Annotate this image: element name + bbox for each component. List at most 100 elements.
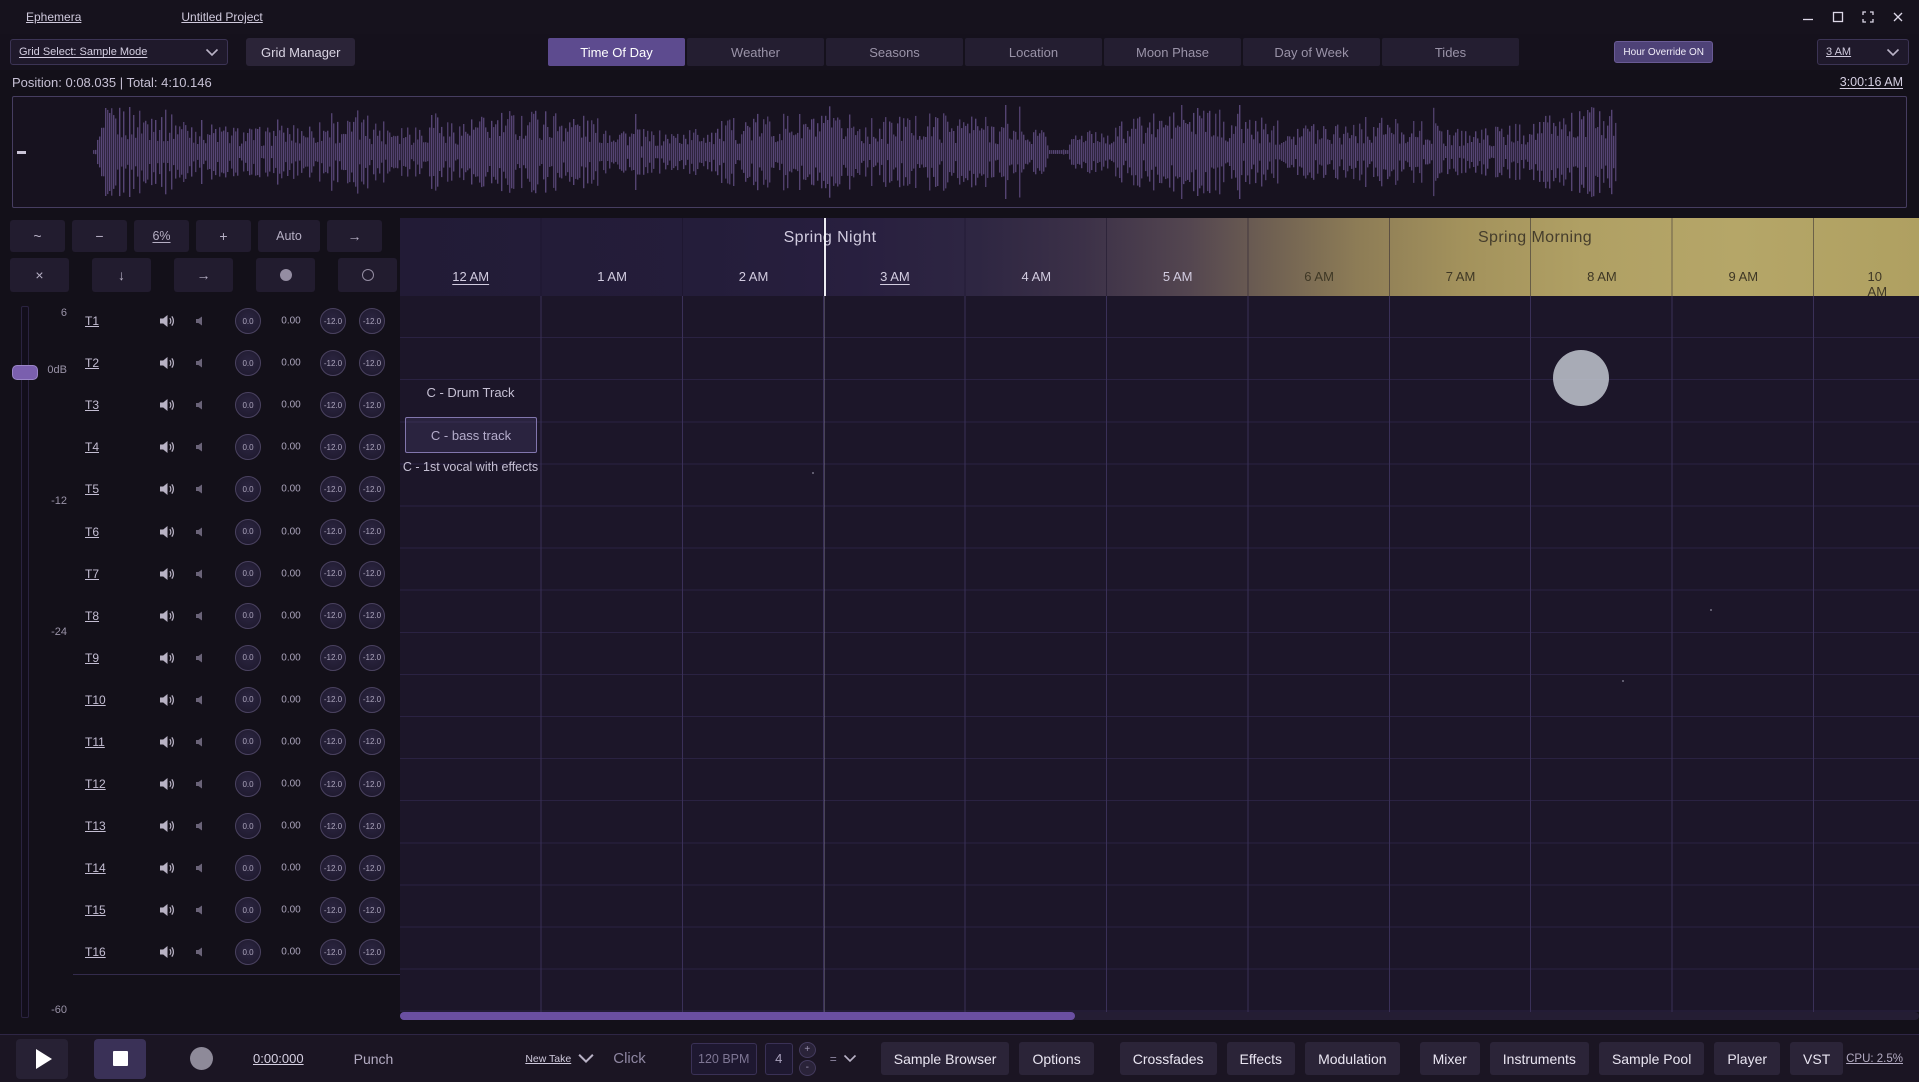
- pan-value[interactable]: 0.00: [271, 358, 311, 369]
- record-button[interactable]: [190, 1047, 213, 1070]
- gain-knob[interactable]: 0.0: [235, 686, 261, 713]
- hour-label-2-am[interactable]: 2 AM: [739, 269, 769, 284]
- mute-speaker-icon[interactable]: [195, 400, 207, 411]
- send-b-knob[interactable]: -12.0: [359, 686, 385, 713]
- hour-label-6-am[interactable]: 6 AM: [1304, 269, 1334, 284]
- send-a-knob[interactable]: -12.0: [320, 897, 346, 924]
- pan-value[interactable]: 0.00: [271, 863, 311, 874]
- outline-circle-icon-button[interactable]: [338, 258, 397, 292]
- mute-speaker-icon[interactable]: [195, 568, 207, 579]
- pan-value[interactable]: 0.00: [271, 568, 311, 579]
- send-a-knob[interactable]: -12.0: [320, 560, 346, 587]
- transport-time-display[interactable]: 0:00:000: [253, 1051, 304, 1066]
- track-name[interactable]: T5: [85, 482, 99, 496]
- gain-knob[interactable]: 0.0: [235, 813, 261, 840]
- speaker-icon[interactable]: [159, 819, 175, 833]
- track-name[interactable]: T1: [85, 314, 99, 328]
- speaker-icon[interactable]: [159, 861, 175, 875]
- master-fader[interactable]: [21, 306, 29, 1018]
- mute-speaker-icon[interactable]: [195, 905, 207, 916]
- tab-seasons[interactable]: Seasons: [826, 38, 963, 66]
- speaker-icon[interactable]: [159, 440, 175, 454]
- mute-speaker-icon[interactable]: [195, 779, 207, 790]
- wave-zoom-icon-button[interactable]: ~: [10, 220, 65, 252]
- send-b-knob[interactable]: -12.0: [359, 476, 385, 503]
- gain-knob[interactable]: 0.0: [235, 939, 261, 966]
- panel-button-crossfades[interactable]: Crossfades: [1119, 1042, 1217, 1075]
- hour-label-10-am[interactable]: 10 AM: [1868, 269, 1902, 296]
- pan-value[interactable]: 0.00: [271, 779, 311, 790]
- track-name[interactable]: T2: [85, 356, 99, 370]
- zoom-level-button[interactable]: 6%: [134, 220, 189, 252]
- track-name[interactable]: T15: [85, 903, 106, 917]
- send-a-knob[interactable]: -12.0: [320, 855, 346, 882]
- mute-speaker-icon[interactable]: [195, 358, 207, 369]
- zoom-out-button[interactable]: −: [72, 220, 127, 252]
- mute-speaker-icon[interactable]: [195, 947, 207, 958]
- mute-speaker-icon[interactable]: [195, 526, 207, 537]
- speaker-icon[interactable]: [159, 777, 175, 791]
- filled-circle-icon-button[interactable]: [256, 258, 315, 292]
- track-name[interactable]: T9: [85, 651, 99, 665]
- zoom-in-button[interactable]: +: [196, 220, 251, 252]
- stop-button[interactable]: [94, 1038, 146, 1079]
- hour-label-12-am[interactable]: 12 AM: [452, 269, 489, 284]
- panel-button-effects[interactable]: Effects: [1226, 1042, 1296, 1075]
- tab-day-of-week[interactable]: Day of Week: [1243, 38, 1380, 66]
- arrow-right-icon-button[interactable]: →: [174, 258, 233, 292]
- gain-knob[interactable]: 0.0: [235, 771, 261, 798]
- send-b-knob[interactable]: -12.0: [359, 308, 385, 335]
- take-dropdown[interactable]: New Take: [525, 1053, 594, 1065]
- speaker-icon[interactable]: [159, 651, 175, 665]
- grid-manager-button[interactable]: Grid Manager: [246, 38, 356, 66]
- hour-label-7-am[interactable]: 7 AM: [1446, 269, 1476, 284]
- gain-knob[interactable]: 0.0: [235, 602, 261, 629]
- mute-speaker-icon[interactable]: [195, 863, 207, 874]
- mute-speaker-icon[interactable]: [195, 736, 207, 747]
- send-a-knob[interactable]: -12.0: [320, 728, 346, 755]
- panel-button-mixer[interactable]: Mixer: [1419, 1042, 1480, 1075]
- panel-button-modulation[interactable]: Modulation: [1305, 1042, 1400, 1075]
- grid-area[interactable]: C - Drum Track C - bass track C - 1st voca…: [400, 296, 1919, 1012]
- grid-track-row-label-3[interactable]: C - 1st vocal with effects: [400, 460, 541, 474]
- pan-value[interactable]: 0.00: [271, 484, 311, 495]
- horizontal-scrollbar[interactable]: [400, 1012, 1919, 1020]
- grid-track-row-label-2[interactable]: C - bass track: [405, 417, 537, 453]
- tab-location[interactable]: Location: [965, 38, 1102, 66]
- gain-knob[interactable]: 0.0: [235, 644, 261, 671]
- send-b-knob[interactable]: -12.0: [359, 434, 385, 461]
- pan-value[interactable]: 0.00: [271, 652, 311, 663]
- bpm-field[interactable]: 120 BPM: [690, 1042, 757, 1075]
- pan-value[interactable]: 0.00: [271, 821, 311, 832]
- speaker-icon[interactable]: [159, 903, 175, 917]
- send-a-knob[interactable]: -12.0: [320, 308, 346, 335]
- panel-button-player[interactable]: Player: [1714, 1042, 1781, 1075]
- send-b-knob[interactable]: -12.0: [359, 602, 385, 629]
- speaker-icon[interactable]: [159, 567, 175, 581]
- speaker-icon[interactable]: [159, 398, 175, 412]
- horizontal-scrollbar-thumb[interactable]: [400, 1012, 1075, 1020]
- panel-button-vst[interactable]: VST: [1790, 1042, 1844, 1075]
- panel-button-sample-pool[interactable]: Sample Pool: [1598, 1042, 1705, 1075]
- send-b-knob[interactable]: -12.0: [359, 350, 385, 377]
- gain-knob[interactable]: 0.0: [235, 308, 261, 335]
- pan-value[interactable]: 0.00: [271, 400, 311, 411]
- note-value-dropdown[interactable]: =: [830, 1052, 857, 1066]
- send-b-knob[interactable]: -12.0: [359, 855, 385, 882]
- send-a-knob[interactable]: -12.0: [320, 644, 346, 671]
- send-a-knob[interactable]: -12.0: [320, 686, 346, 713]
- mute-speaker-icon[interactable]: [195, 484, 207, 495]
- send-b-knob[interactable]: -12.0: [359, 392, 385, 419]
- mute-speaker-icon[interactable]: [195, 442, 207, 453]
- gain-knob[interactable]: 0.0: [235, 434, 261, 461]
- pan-value[interactable]: 0.00: [271, 316, 311, 327]
- arrow-down-icon-button[interactable]: ↓: [92, 258, 151, 292]
- send-b-knob[interactable]: -12.0: [359, 771, 385, 798]
- app-menu-link[interactable]: Ephemera: [26, 10, 81, 24]
- hour-override-button[interactable]: Hour Override ON: [1614, 41, 1713, 63]
- close-icon[interactable]: [1883, 3, 1913, 31]
- send-b-knob[interactable]: -12.0: [359, 644, 385, 671]
- send-b-knob[interactable]: -12.0: [359, 560, 385, 587]
- hour-label-3-am[interactable]: 3 AM: [880, 269, 910, 284]
- send-a-knob[interactable]: -12.0: [320, 813, 346, 840]
